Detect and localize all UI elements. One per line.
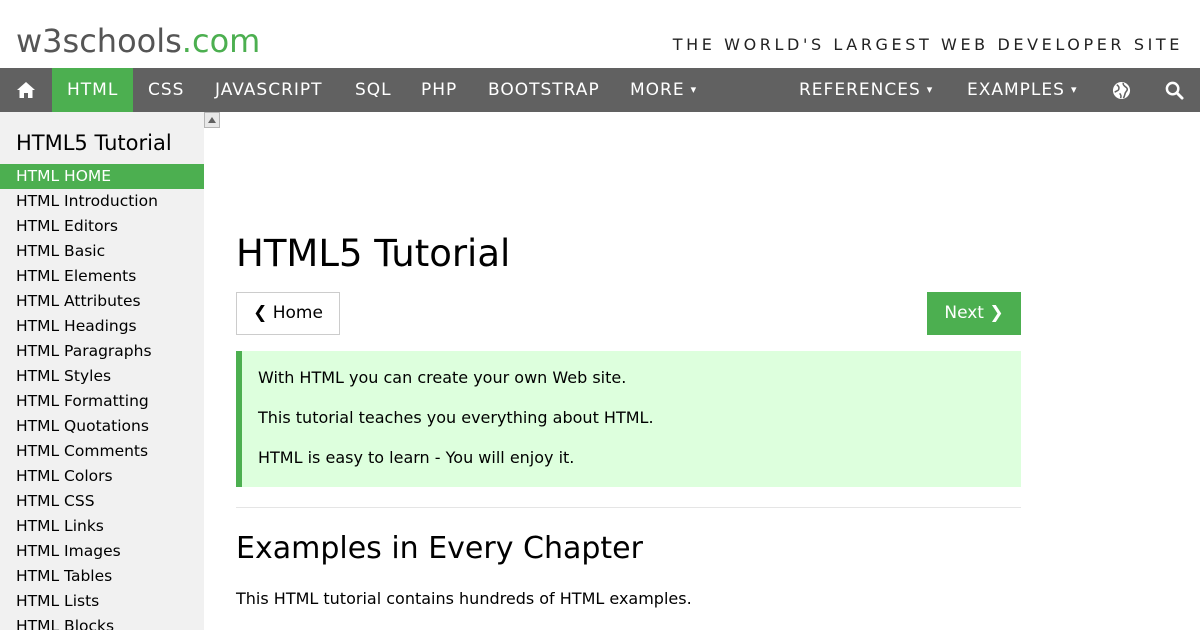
top-nav: HTML CSS JAVASCRIPT SQL PHP BOOTSTRAP MO…	[0, 68, 1200, 112]
nav-label: CSS	[148, 80, 185, 100]
sidebar-item-html-css[interactable]: HTML CSS	[0, 489, 204, 514]
sidebar-item-html-images[interactable]: HTML Images	[0, 539, 204, 564]
sidebar-item-html-lists[interactable]: HTML Lists	[0, 589, 204, 614]
sidebar-item-html-editors[interactable]: HTML Editors	[0, 214, 204, 239]
logo-text: w3schools	[16, 22, 182, 60]
prev-home-button[interactable]: ❮ Home	[236, 292, 340, 335]
next-button[interactable]: Next ❯	[927, 292, 1021, 335]
search-icon	[1165, 81, 1184, 100]
sidebar-item-html-styles[interactable]: HTML Styles	[0, 364, 204, 389]
nav-item-examples[interactable]: EXAMPLES ▾	[967, 68, 1077, 112]
sidebar: HTML5 Tutorial HTML HOME HTML Introducti…	[0, 112, 204, 630]
nav-item-more[interactable]: MORE ▾	[630, 68, 697, 112]
search-button[interactable]	[1148, 68, 1200, 112]
sidebar-item-html-blocks[interactable]: HTML Blocks	[0, 614, 204, 630]
sidebar-item-html-elements[interactable]: HTML Elements	[0, 264, 204, 289]
sidebar-item-html-paragraphs[interactable]: HTML Paragraphs	[0, 339, 204, 364]
section-heading: Examples in Every Chapter	[236, 531, 643, 566]
caret-down-icon: ▾	[926, 83, 934, 96]
site-tagline: THE WORLD'S LARGEST WEB DEVELOPER SITE	[672, 35, 1183, 54]
nav-label: MORE	[630, 80, 685, 100]
sidebar-item-html-comments[interactable]: HTML Comments	[0, 439, 204, 464]
nav-item-php[interactable]: PHP	[421, 68, 457, 112]
nav-label: SQL	[355, 80, 392, 100]
nav-item-css[interactable]: CSS	[148, 68, 184, 112]
nav-item-javascript[interactable]: JAVASCRIPT	[215, 68, 323, 112]
main-content: HTML5 Tutorial ❮ Home Next ❯ With HTML y…	[236, 112, 1021, 630]
intro-note-line: This tutorial teaches you everything abo…	[258, 408, 654, 427]
intro-note-line: HTML is easy to learn - You will enjoy i…	[258, 448, 575, 467]
caret-down-icon: ▾	[690, 83, 698, 96]
home-button[interactable]	[0, 68, 52, 112]
sidebar-scroll-up-button[interactable]	[204, 112, 220, 128]
sidebar-title: HTML5 Tutorial	[16, 131, 172, 155]
nav-label: BOOTSTRAP	[488, 80, 600, 100]
triangle-up-icon	[208, 117, 216, 123]
globe-icon	[1112, 81, 1130, 99]
section-paragraph: This HTML tutorial contains hundreds of …	[236, 589, 692, 608]
sidebar-item-html-headings[interactable]: HTML Headings	[0, 314, 204, 339]
nav-label: JAVASCRIPT	[215, 80, 323, 100]
sidebar-item-html-introduction[interactable]: HTML Introduction	[0, 189, 204, 214]
nav-label: EXAMPLES	[967, 80, 1065, 100]
sidebar-item-html-links[interactable]: HTML Links	[0, 514, 204, 539]
caret-down-icon: ▾	[1070, 83, 1078, 96]
logo-suffix: .com	[181, 22, 261, 60]
sidebar-item-html-basic[interactable]: HTML Basic	[0, 239, 204, 264]
nav-label: REFERENCES	[799, 80, 921, 100]
nav-item-html[interactable]: HTML	[52, 68, 134, 112]
nav-item-sql[interactable]: SQL	[355, 68, 392, 112]
translate-button[interactable]	[1095, 68, 1147, 112]
site-logo[interactable]: w3schools.com	[16, 22, 260, 60]
nav-item-references[interactable]: REFERENCES ▾	[799, 68, 933, 112]
home-icon	[17, 82, 35, 98]
sidebar-item-html-quotations[interactable]: HTML Quotations	[0, 414, 204, 439]
site-header: w3schools.com THE WORLD'S LARGEST WEB DE…	[0, 0, 1200, 68]
nav-item-bootstrap[interactable]: BOOTSTRAP	[488, 68, 600, 112]
intro-note-panel: With HTML you can create your own Web si…	[236, 351, 1021, 487]
sidebar-item-html-colors[interactable]: HTML Colors	[0, 464, 204, 489]
sidebar-menu: HTML HOME HTML Introduction HTML Editors…	[0, 164, 204, 630]
section-divider	[236, 507, 1021, 508]
sidebar-item-html-attributes[interactable]: HTML Attributes	[0, 289, 204, 314]
nav-label: PHP	[421, 80, 458, 100]
nav-label: HTML	[67, 80, 119, 100]
intro-note-line: With HTML you can create your own Web si…	[258, 368, 627, 387]
sidebar-item-html-home[interactable]: HTML HOME	[0, 164, 204, 189]
sidebar-item-html-formatting[interactable]: HTML Formatting	[0, 389, 204, 414]
page-title: HTML5 Tutorial	[236, 232, 511, 275]
sidebar-item-html-tables[interactable]: HTML Tables	[0, 564, 204, 589]
